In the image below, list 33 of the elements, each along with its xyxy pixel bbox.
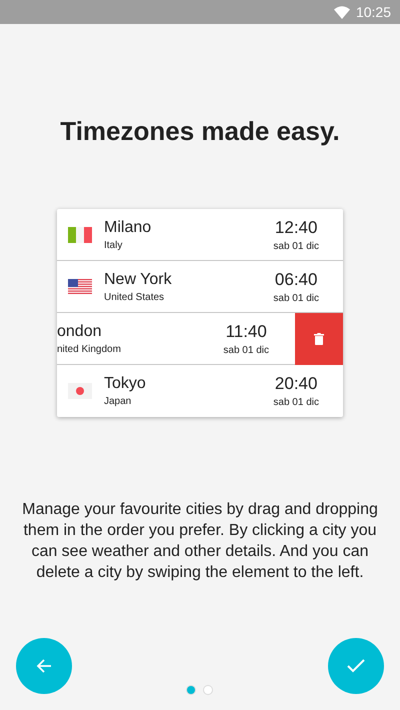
flag-icon bbox=[68, 383, 92, 399]
wifi-icon bbox=[334, 6, 350, 18]
trash-icon bbox=[314, 332, 324, 344]
check-icon bbox=[347, 659, 365, 673]
description: Manage your favourite cities by drag and dropping them in the order you prefer. By clicking a city you can see weather and other details. And you can delete a city by swiping the element to the left. bbox=[21, 500, 379, 583]
country-name: United States bbox=[104, 292, 166, 302]
city-date: sab 01 dic bbox=[273, 292, 319, 304]
status-time: 10:25 bbox=[356, 4, 391, 20]
city-name: Milano bbox=[104, 218, 152, 236]
city-time: 11:40 bbox=[226, 322, 267, 342]
page-dot[interactable] bbox=[204, 686, 212, 694]
city-row[interactable]: ondon nited Kingdom 11:40 sab 01 dic bbox=[57, 313, 343, 365]
page-title: Timezones made easy. bbox=[59, 116, 341, 147]
city-date: sab 01 dic bbox=[273, 240, 319, 252]
city-time: 20:40 bbox=[274, 374, 318, 394]
city-time: 06:40 bbox=[274, 270, 318, 290]
city-row[interactable]: Tokyo Japan 20:40 sab 01 dic bbox=[57, 365, 343, 417]
country-name: Italy bbox=[104, 240, 124, 250]
back-arrow-icon bbox=[36, 658, 52, 674]
country-name: nited Kingdom bbox=[57, 344, 122, 354]
flag-icon bbox=[68, 278, 92, 294]
city-date: sab 01 dic bbox=[223, 344, 269, 356]
city-date: sab 01 dic bbox=[273, 397, 319, 408]
city-name: Tokyo bbox=[104, 375, 147, 393]
delete-button[interactable] bbox=[295, 312, 343, 364]
city-time: 12:40 bbox=[274, 218, 318, 238]
flag-icon bbox=[68, 226, 92, 242]
city-name: New York bbox=[104, 270, 173, 288]
city-row[interactable]: Milano Italy 12:40 sab 01 dic bbox=[57, 209, 343, 261]
city-row[interactable]: New York United States 06:40 sab 01 dic bbox=[57, 261, 343, 313]
city-name: ondon bbox=[57, 322, 102, 340]
country-name: Japan bbox=[104, 396, 132, 407]
page-dot[interactable] bbox=[187, 686, 195, 694]
